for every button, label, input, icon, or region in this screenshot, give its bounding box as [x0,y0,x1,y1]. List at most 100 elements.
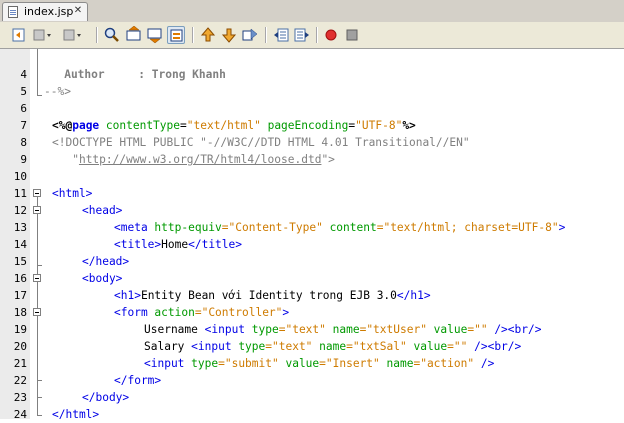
attr-name: value [426,323,468,336]
line-number-gutter: 4 5 6 7 8 9 10 11 12 13 14 15 16 17 18 1… [0,49,31,421]
code-line-7: <%@page contentType="text/html" pageEnco… [52,117,416,134]
fold-guide [37,197,38,416]
shift-right-icon [294,28,309,42]
editor-tab-strip: index.jsp ✕ [0,0,624,23]
attr-name: contentType [99,119,180,132]
attr-value: ="Insert" [319,357,380,370]
shift-down-button[interactable] [220,26,238,44]
line-number: 7 [20,119,27,132]
attr-value: ="Controller" [194,306,283,319]
directive-close: %> [402,119,416,132]
line-number: 10 [13,170,27,183]
back-dropdown-icon [33,29,51,41]
code-line-4: Author : Trong Khanh [44,66,226,83]
line-number: 23 [13,391,27,404]
back-button[interactable] [32,26,54,44]
magnifier-icon [104,27,119,42]
code-line-8: <!DOCTYPE HTML PUBLIC "-//W3C//DTD HTML … [52,134,470,151]
code-line-22: </form> [114,372,161,389]
arrow-up-icon [200,27,216,42]
attr-name: http-equiv [147,221,222,234]
find-next-button[interactable] [146,26,164,44]
code-line-12: <head> [82,202,122,219]
tag: <input [144,357,185,370]
line-number: 5 [20,85,27,98]
line-number: 17 [13,289,27,302]
toggle-highlight-button[interactable] [167,26,185,44]
jsp-file-icon [8,6,18,18]
find-previous-button[interactable] [125,26,143,44]
attr-value: "UTF-8" [355,119,403,132]
code-line-19: Username <input type="text" name="txtUse… [144,321,541,338]
attr-name: pageEncoding [260,119,349,132]
tag: <form [114,306,148,319]
attr-value: ="" [467,323,488,336]
shift-left-button[interactable] [272,26,290,44]
attr-name: type [231,340,266,353]
attr-value: "text/html" [186,119,261,132]
line-number: 8 [20,136,27,149]
select-word-button[interactable] [241,26,259,44]
record-icon [325,29,337,41]
stop-macro-button[interactable] [343,26,361,44]
directive-keyword: page [72,119,100,132]
tag-end: > [282,306,290,319]
find-previous-icon [126,26,141,41]
shift-right-button[interactable] [293,26,311,44]
fold-toggle-icon[interactable] [33,308,41,316]
line-number: 6 [20,102,27,115]
find-next-icon [147,28,162,44]
tag: </h1> [396,289,431,302]
fold-toggle-icon[interactable] [33,189,41,197]
attr-name: name [325,323,360,336]
fold-toggle-icon[interactable] [33,274,41,282]
toolbar-separator [265,27,266,43]
code-line-17: <h1>Entity Bean với Identity trong EJB 3… [114,287,431,304]
text-content: Home [161,238,189,251]
attr-name: type [184,357,219,370]
text-content: Username [144,323,205,336]
line-number: 12 [13,204,27,217]
line-number: 19 [13,323,27,336]
line-number: 9 [20,153,27,166]
find-selection-button[interactable] [103,26,121,44]
line-number: 20 [13,340,27,353]
attr-name: type [245,323,279,336]
forward-dropdown-icon [63,29,81,41]
start-macro-button[interactable] [322,26,340,44]
tab-index-jsp[interactable]: index.jsp ✕ [2,2,88,21]
close-tab-icon[interactable]: ✕ [73,6,83,16]
fold-toggle-icon[interactable] [33,206,41,214]
last-edit-button[interactable] [10,26,28,44]
line-number: 18 [13,306,27,319]
attr-value: ="txtUser" [359,323,427,336]
tag: <html> [52,187,93,200]
forward-button[interactable] [62,26,84,44]
arrow-down-icon [221,28,237,43]
attr-value: ="text/html; charset=UTF-8" [376,221,559,234]
highlight-search-icon [170,29,183,42]
doctype-end: "> [321,153,335,166]
attr-value: ="" [447,340,468,353]
attr-value: ="action" [413,357,475,370]
shift-up-button[interactable] [199,26,217,44]
text-content: Entity Bean với Identity trong EJB 3.0 [140,289,397,302]
code-line-20: Salary <input type="text" name="txtSal" … [144,338,521,355]
fold-end-marker [37,95,42,96]
fold-end-marker [37,415,42,416]
comment-author: Author : Trong Khanh [44,68,226,81]
toolbar-separator [316,27,317,43]
dtd-link[interactable]: http://www.w3.org/TR/html4/loose.dtd [79,153,321,166]
editor-toolbar [0,22,624,49]
attr-name: action [147,306,195,319]
attr-value: ="text" [278,323,326,336]
tag: <h1> [114,289,141,302]
tag-end: /><br/> [467,340,522,353]
tag: <body> [82,272,123,285]
line-number: 11 [13,187,27,200]
tag: <title> [114,238,162,251]
code-area[interactable]: Author : Trong Khanh --%> <%@page conten… [44,49,624,421]
line-number: 15 [13,255,27,268]
code-editor[interactable]: 4 5 6 7 8 9 10 11 12 13 14 15 16 17 18 1… [0,49,624,421]
line-number: 16 [13,272,27,285]
